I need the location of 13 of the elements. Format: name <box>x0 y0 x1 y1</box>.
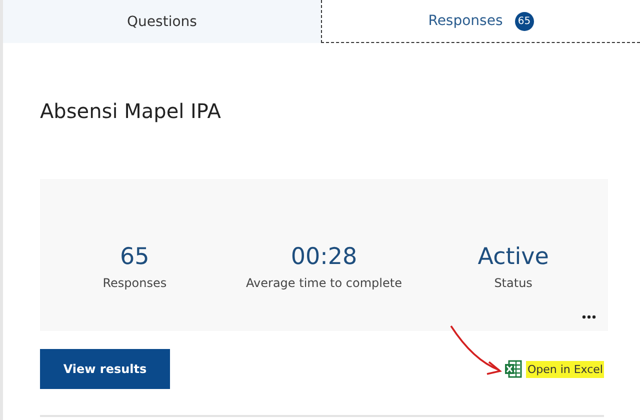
tab[interactable]: Responses 65 <box>321 0 640 43</box>
view-results-button[interactable]: View results <box>40 349 170 389</box>
form-title: Absensi Mapel IPA <box>40 99 222 123</box>
more-icon[interactable] <box>582 315 596 319</box>
stat-label: Status <box>494 276 532 290</box>
stat-label: Average time to complete <box>246 276 402 290</box>
stat-value: Active <box>478 244 549 270</box>
stat-value: 00:28 <box>290 244 358 270</box>
stat-value: 65 <box>120 244 150 270</box>
stat-label: Responses <box>102 276 167 290</box>
tab[interactable]: Questions <box>3 0 321 43</box>
count-badge: 65 <box>514 12 534 30</box>
spreadsheet-icon <box>504 360 522 378</box>
